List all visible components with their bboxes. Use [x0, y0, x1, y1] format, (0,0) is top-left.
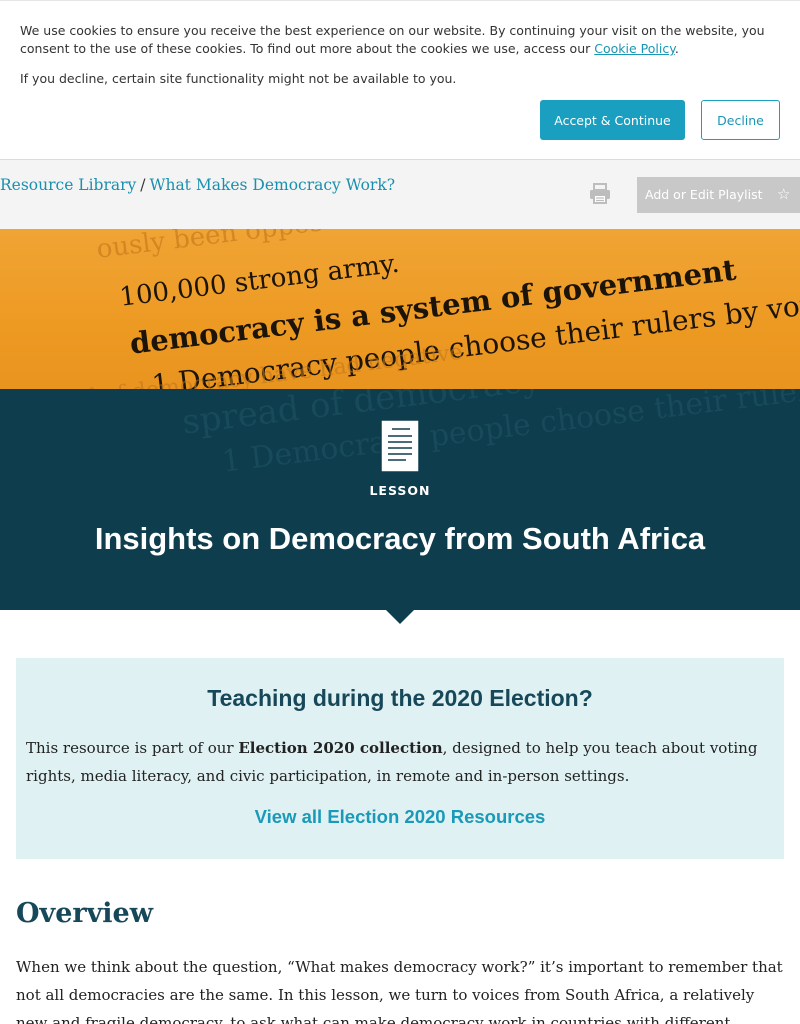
lesson-type-label: LESSON — [369, 483, 431, 498]
cookie-policy-link[interactable]: Cookie Policy — [594, 41, 675, 56]
decline-button[interactable]: Decline — [701, 100, 780, 140]
cookie-banner: We use cookies to ensure you receive the… — [0, 0, 800, 160]
election-text: This resource is part of our — [26, 739, 239, 757]
election-description: This resource is part of our Election 20… — [26, 734, 776, 790]
election-collection-name: Election 2020 collection — [238, 739, 443, 757]
cookie-message: We use cookies to ensure you receive the… — [20, 22, 780, 58]
election-callout: Teaching during the 2020 Election? This … — [16, 658, 784, 859]
print-icon[interactable] — [589, 182, 611, 204]
lesson-document-icon — [380, 419, 420, 473]
election-heading: Teaching during the 2020 Election? — [207, 685, 593, 711]
cookie-notice: If you decline, certain site functionali… — [20, 71, 457, 86]
breadcrumb-separator: / — [140, 176, 146, 194]
cookie-message-end: . — [674, 41, 679, 56]
hero-band: spread of democracy have had negative 1 … — [0, 389, 800, 610]
overview-text: When we think about the question, “What … — [16, 958, 783, 1024]
add-edit-playlist-button[interactable]: Add or Edit Playlist ☆ — [637, 177, 800, 213]
accept-continue-button[interactable]: Accept & Continue — [540, 100, 685, 140]
hero-image-line: ously been oppos — [95, 229, 325, 265]
breadcrumb-resource-library[interactable]: Resource Library — [0, 176, 136, 194]
breadcrumb: Resource Library / What Makes Democracy Wo… — [0, 176, 395, 194]
hero-image: ously been oppos 100,000 strong army. de… — [0, 229, 800, 389]
page-title: Insights on Democracy from South Africa — [94, 521, 706, 556]
view-election-resources-link[interactable]: View all Election 2020 Resources — [16, 806, 784, 828]
breadcrumb-bar: Resource Library / What Makes Democracy Wo… — [0, 160, 800, 229]
star-icon: ☆ — [777, 185, 791, 203]
breadcrumb-current-page[interactable]: What Makes Democracy Work? — [150, 176, 396, 194]
hero-pointer — [385, 609, 415, 624]
playlist-label: Add or Edit Playlist — [645, 187, 763, 202]
overview-heading: Overview — [16, 898, 153, 929]
